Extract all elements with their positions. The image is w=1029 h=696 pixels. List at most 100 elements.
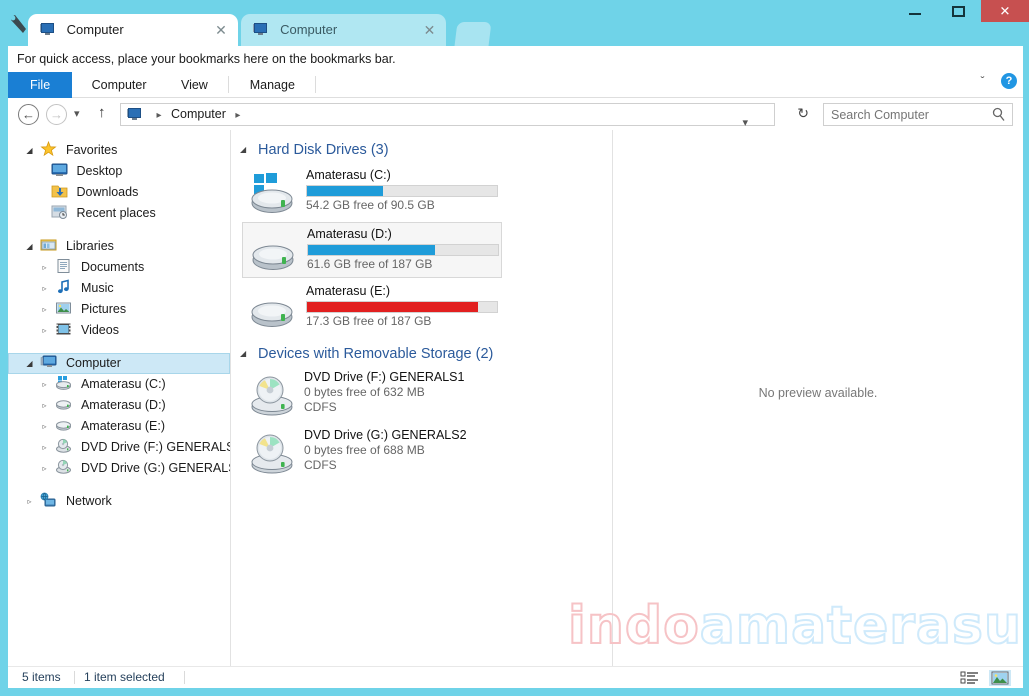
drive-icon xyxy=(248,288,296,332)
tree-item-drive-e[interactable]: ▹ Amaterasu (E:) xyxy=(8,416,230,437)
tree-item-drive-c[interactable]: ▹ Amaterasu (C:) xyxy=(8,374,230,395)
group-header[interactable]: ◢ Hard Disk Drives (3) xyxy=(240,138,612,162)
expander-icon[interactable]: ◢ xyxy=(22,140,37,161)
capacity-bar-fill xyxy=(308,245,436,255)
breadcrumb[interactable]: ▸ Computer ▸ ▾ xyxy=(120,103,775,129)
documents-icon xyxy=(55,258,72,274)
tree-item-videos[interactable]: ▹ Videos xyxy=(8,320,230,341)
group-header[interactable]: ◢ Devices with Removable Storage (2) xyxy=(240,342,612,366)
details-view-button[interactable] xyxy=(959,670,981,686)
dvd-tile-f[interactable]: DVD Drive (F:) GENERALS1 0 bytes free of… xyxy=(242,368,502,424)
drive-tile-e[interactable]: Amaterasu (E:) 17.3 GB free of 187 GB xyxy=(242,280,502,336)
tree-item-dvd-g[interactable]: ▹ DVD Drive (G:) GENERALS2 xyxy=(8,458,230,479)
tab-view[interactable]: View xyxy=(166,72,223,98)
drive-tile-c[interactable]: Amaterasu (C:) 54.2 GB free of 90.5 GB xyxy=(242,164,502,220)
breadcrumb-item-computer[interactable]: Computer xyxy=(171,107,226,121)
search-input[interactable] xyxy=(831,104,991,125)
selection-status: 1 item selected xyxy=(84,670,165,684)
close-button[interactable]: ✕ xyxy=(981,0,1029,22)
preview-message: No preview available. xyxy=(758,386,878,400)
tree-group-favorites[interactable]: ◢ Favorites xyxy=(8,140,230,161)
expander-icon[interactable]: ◢ xyxy=(240,342,254,366)
expander-icon[interactable]: ▹ xyxy=(37,257,52,278)
tree-item-recent-places[interactable]: Recent places xyxy=(8,203,230,224)
status-bar: 5 items 1 item selected xyxy=(8,666,1023,688)
capacity-bar xyxy=(307,244,499,256)
up-button[interactable]: ↑ xyxy=(98,104,106,121)
dvd-tile-g[interactable]: DVD Drive (G:) GENERALS2 0 bytes free of… xyxy=(242,426,502,482)
capacity-bar xyxy=(306,301,498,313)
expander-icon[interactable]: ▹ xyxy=(37,395,52,416)
items-view[interactable]: ◢ Hard Disk Drives (3) Amaterasu (C:) 54… xyxy=(232,130,612,666)
group-removable-storage: ◢ Devices with Removable Storage (2) DVD… xyxy=(240,342,612,482)
expander-icon[interactable]: ▹ xyxy=(37,278,52,299)
close-icon[interactable]: ✕ xyxy=(421,22,437,38)
expander-icon[interactable]: ▹ xyxy=(37,437,52,458)
minimize-button[interactable] xyxy=(896,0,934,22)
new-tab-button[interactable] xyxy=(454,22,492,46)
tree-item-music[interactable]: ▹ Music xyxy=(8,278,230,299)
forward-button[interactable]: → xyxy=(46,104,67,125)
large-icons-view-button[interactable] xyxy=(989,670,1011,686)
tab-manage[interactable]: Manage xyxy=(235,72,310,98)
system-drive-icon xyxy=(55,375,72,391)
maximize-button[interactable] xyxy=(939,0,977,22)
expander-icon[interactable]: ▹ xyxy=(37,374,52,395)
tree-item-pictures[interactable]: ▹ Pictures xyxy=(8,299,230,320)
divider xyxy=(184,671,185,684)
tree-item-desktop[interactable]: Desktop xyxy=(8,161,230,182)
capacity-bar-fill xyxy=(307,302,478,312)
drive-tile-d[interactable]: Amaterasu (D:) 61.6 GB free of 187 GB xyxy=(242,222,502,278)
search-box[interactable] xyxy=(823,103,1013,126)
pictures-icon xyxy=(55,300,72,316)
chevron-down-icon[interactable]: ˇ xyxy=(981,74,985,88)
drive-name: Amaterasu (C:) xyxy=(306,168,391,182)
tree-group-computer[interactable]: ◢ Computer xyxy=(8,353,230,374)
expander-icon[interactable]: ◢ xyxy=(22,354,37,373)
computer-icon xyxy=(40,22,56,37)
computer-icon xyxy=(127,107,143,121)
drive-icon xyxy=(249,231,297,275)
expander-icon[interactable]: ▹ xyxy=(37,320,52,341)
tab-strip: Computer ✕ Computer ✕ xyxy=(28,14,492,46)
drive-name: Amaterasu (D:) xyxy=(307,227,392,241)
file-explorer-window: Computer ✕ Computer ✕ ✕ For quick access… xyxy=(0,0,1029,696)
back-button[interactable]: ← xyxy=(18,104,39,125)
refresh-button[interactable]: ↻ xyxy=(797,105,809,122)
tree-group-network[interactable]: ▹ Network xyxy=(8,491,230,512)
tree-label: Amaterasu (C:) xyxy=(80,377,166,392)
tab-computer[interactable]: Computer xyxy=(77,72,162,98)
expander-icon[interactable]: ◢ xyxy=(240,138,254,162)
close-icon[interactable]: ✕ xyxy=(213,22,229,38)
recent-locations-dropdown[interactable]: ▾ xyxy=(74,107,80,120)
tab-computer-inactive[interactable]: Computer ✕ xyxy=(241,14,447,46)
expander-icon[interactable]: ◢ xyxy=(22,236,37,257)
bookmarks-bar[interactable]: For quick access, place your bookmarks h… xyxy=(8,46,1023,72)
expander-icon[interactable]: ▹ xyxy=(22,491,37,512)
tab-label: Computer xyxy=(66,22,124,37)
videos-icon xyxy=(55,321,72,337)
tree-label: Downloads xyxy=(76,185,139,200)
tab-file[interactable]: File xyxy=(8,72,73,98)
device-filesystem: CDFS xyxy=(304,400,337,414)
expander-icon[interactable]: ▹ xyxy=(37,299,52,320)
tree-item-downloads[interactable]: Downloads xyxy=(8,182,230,203)
network-icon xyxy=(40,492,57,508)
tree-group-libraries[interactable]: ◢ Libraries xyxy=(8,236,230,257)
tree-label: Amaterasu (D:) xyxy=(80,398,166,413)
drive-capacity: 54.2 GB free of 90.5 GB xyxy=(306,198,435,212)
expander-icon[interactable]: ▹ xyxy=(37,416,52,437)
device-filesystem: CDFS xyxy=(304,458,337,472)
tree-item-drive-d[interactable]: ▹ Amaterasu (D:) xyxy=(8,395,230,416)
tree-item-dvd-f[interactable]: ▹ DVD Drive (F:) GENERALS1 xyxy=(8,437,230,458)
expander-icon[interactable]: ▹ xyxy=(37,458,52,479)
help-icon[interactable]: ? xyxy=(1001,72,1017,89)
tab-computer-active[interactable]: Computer ✕ xyxy=(28,14,238,46)
tree-item-documents[interactable]: ▹ Documents xyxy=(8,257,230,278)
explorer-body: ◢ Favorites Desktop Downloads Recent pla… xyxy=(8,130,1023,666)
drive-icon xyxy=(55,396,72,412)
desktop-icon xyxy=(51,162,68,178)
navigation-pane[interactable]: ◢ Favorites Desktop Downloads Recent pla… xyxy=(8,130,231,666)
